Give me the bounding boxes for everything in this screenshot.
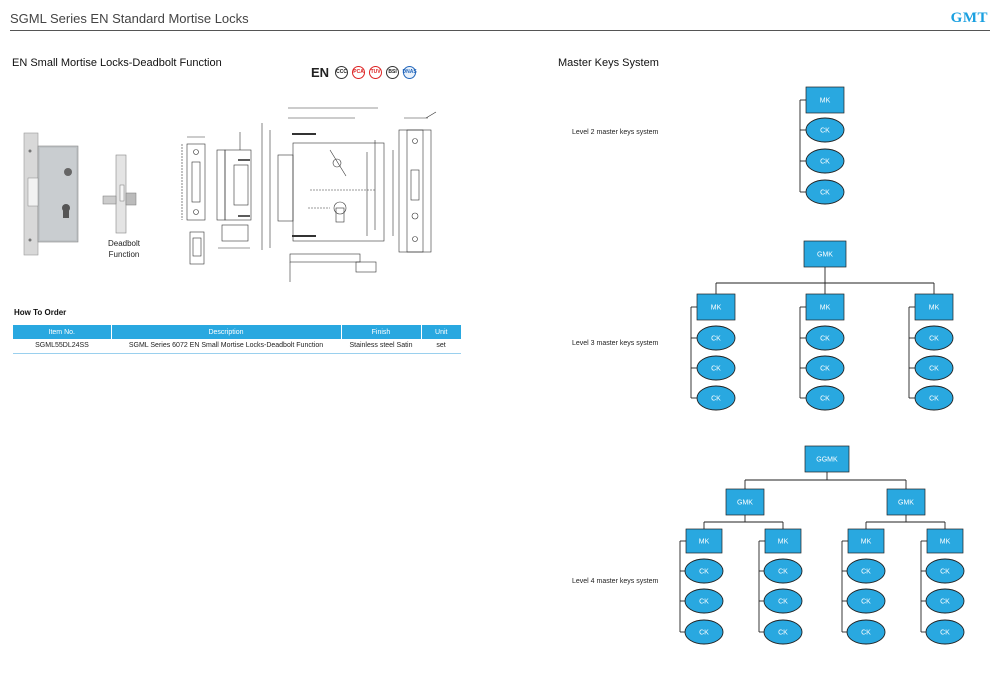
ck-label: CK bbox=[778, 599, 788, 606]
ck-label: CK bbox=[929, 336, 939, 343]
ck-label: CK bbox=[699, 630, 709, 637]
ck-label: CK bbox=[820, 190, 830, 197]
ck-label: CK bbox=[929, 396, 939, 403]
mk-label: MK bbox=[929, 305, 940, 312]
ck-label: CK bbox=[778, 630, 788, 637]
ck-label: CK bbox=[820, 336, 830, 343]
mk-label: MK bbox=[940, 539, 951, 546]
gmk-label: GMK bbox=[817, 252, 833, 259]
ck-label: CK bbox=[861, 630, 871, 637]
ggmk-label: GGMK bbox=[816, 457, 838, 464]
ck-label: CK bbox=[711, 336, 721, 343]
ck-label: CK bbox=[861, 569, 871, 576]
mk-label: MK bbox=[820, 305, 831, 312]
ck-label: CK bbox=[929, 366, 939, 373]
ck-label: CK bbox=[699, 569, 709, 576]
master-keys-diagram: MK CK CK CK GMK MK CK CK CK MK CK CK CK MK CK CK CK GGMK G… bbox=[679, 86, 965, 645]
mk-label: MK bbox=[861, 539, 872, 546]
ck-label: CK bbox=[940, 569, 950, 576]
ck-label: CK bbox=[711, 396, 721, 403]
ck-label: CK bbox=[861, 599, 871, 606]
ck-label: CK bbox=[820, 159, 830, 166]
gmk-label: GMK bbox=[737, 500, 753, 507]
ck-label: CK bbox=[778, 569, 788, 576]
mk-label: MK bbox=[711, 305, 722, 312]
gmk-label: GMK bbox=[898, 500, 914, 507]
ck-label: CK bbox=[820, 366, 830, 373]
ck-label: CK bbox=[711, 366, 721, 373]
ck-label: CK bbox=[940, 630, 950, 637]
mk-label: MK bbox=[699, 539, 710, 546]
mk-label: MK bbox=[820, 98, 831, 105]
ck-label: CK bbox=[940, 599, 950, 606]
ck-label: CK bbox=[699, 599, 709, 606]
ck-label: CK bbox=[820, 128, 830, 135]
mk-label: MK bbox=[778, 539, 789, 546]
ck-label: CK bbox=[820, 396, 830, 403]
